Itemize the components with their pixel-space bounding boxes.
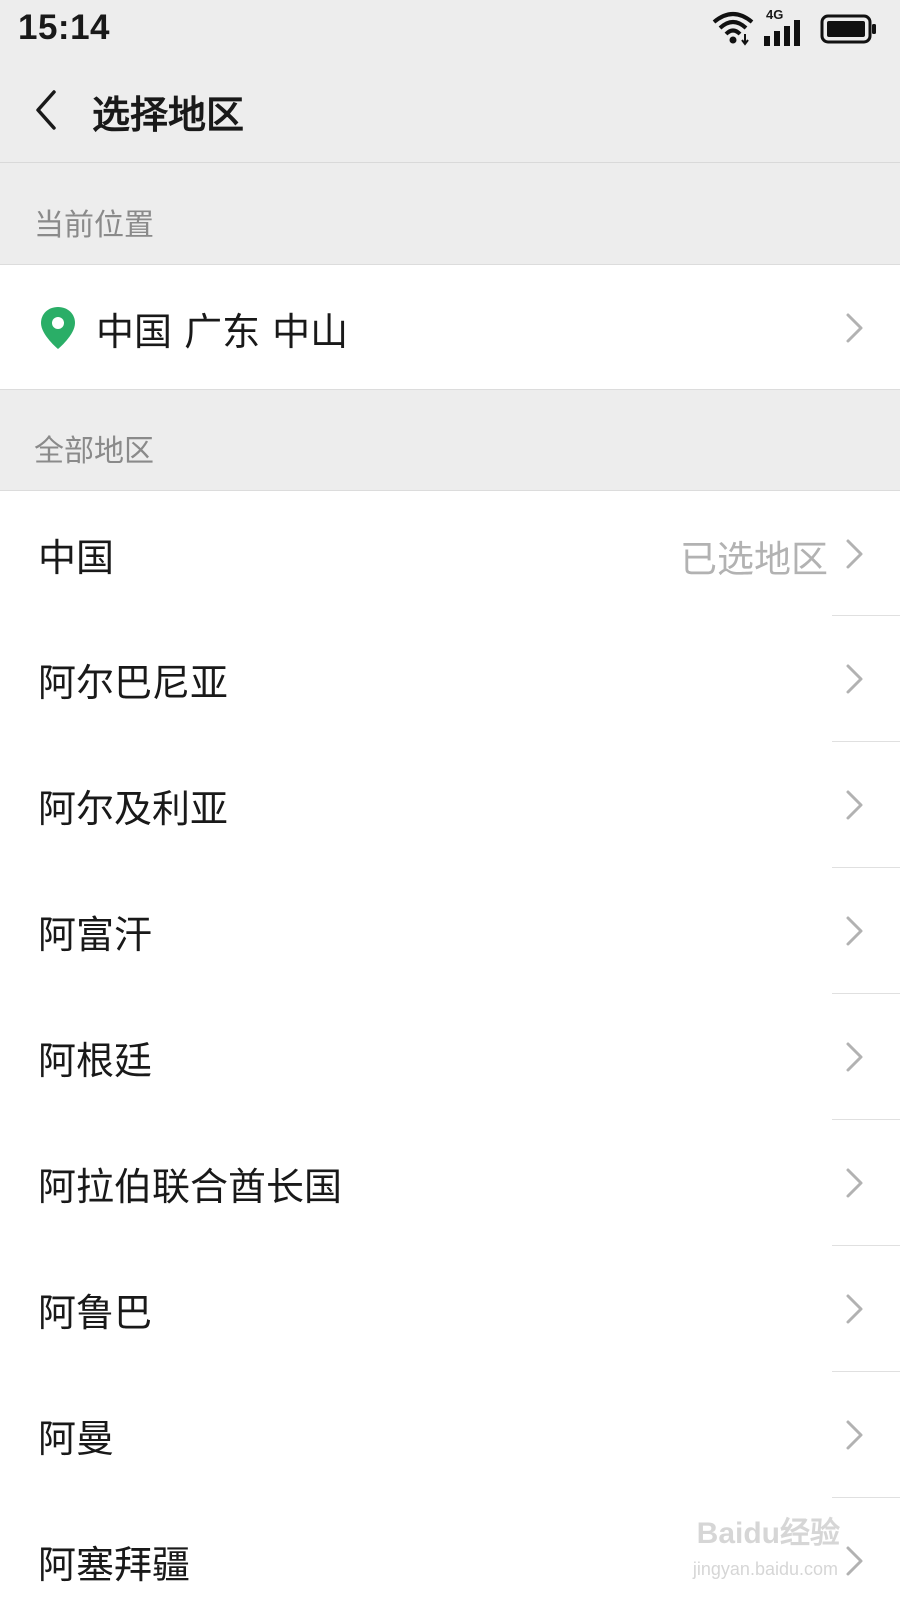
current-location-row[interactable]: 中国 广东 中山 [0, 264, 900, 390]
section-header-label: 全部地区 [34, 434, 154, 469]
region-label: 阿塞拜疆 [38, 1543, 191, 1587]
region-label: 阿鲁巴 [38, 1291, 153, 1335]
region-row[interactable]: 阿富汗 [0, 868, 900, 994]
region-label: 阿拉伯联合酋长国 [38, 1165, 343, 1209]
chevron-right-icon [846, 1042, 863, 1072]
status-icons: 4G [712, 7, 882, 46]
section-header-all-regions: 全部地区 [0, 390, 900, 490]
chevron-right-icon [846, 664, 863, 694]
region-label: 阿尔及利亚 [38, 787, 229, 831]
region-row[interactable]: 阿尔巴尼亚 [0, 616, 900, 742]
watermark-url: jingyan.baidu.com [692, 1559, 838, 1579]
signal-icon [764, 20, 800, 46]
wifi-icon [712, 12, 754, 46]
current-location-label: 中国 广东 中山 [96, 310, 349, 354]
region-label: 中国 [38, 536, 115, 580]
chevron-right-icon [846, 1168, 863, 1198]
chevron-right-icon [846, 1546, 863, 1576]
status-bar: 15:14 4G [0, 0, 900, 58]
region-row[interactable]: 阿曼 [0, 1372, 900, 1498]
battery-icon [820, 14, 876, 44]
region-row[interactable]: 阿根廷 [0, 994, 900, 1120]
region-label: 阿根廷 [38, 1039, 153, 1083]
status-time: 15:14 [18, 8, 111, 47]
chevron-right-icon [846, 1420, 863, 1450]
section-header-label: 当前位置 [34, 208, 154, 243]
chevron-right-icon [846, 1294, 863, 1324]
location-pin-icon [41, 307, 75, 349]
region-label: 阿尔巴尼亚 [38, 661, 229, 705]
region-row-china[interactable]: 中国 已选地区 [0, 490, 900, 616]
chevron-right-icon [846, 313, 863, 343]
chevron-right-icon [846, 790, 863, 820]
region-row[interactable]: 阿拉伯联合酋长国 [0, 1120, 900, 1246]
chevron-left-icon [36, 90, 56, 130]
back-button[interactable] [22, 80, 82, 140]
chevron-right-icon [846, 539, 863, 569]
watermark: Baidu经验 [696, 1517, 840, 1550]
region-label: 阿曼 [38, 1417, 115, 1461]
region-label: 阿富汗 [38, 913, 153, 957]
page-title: 选择地区 [92, 93, 245, 137]
selected-region-note: 已选地区 [680, 538, 828, 581]
region-row[interactable]: 阿尔及利亚 [0, 742, 900, 868]
region-row[interactable]: 阿鲁巴 [0, 1246, 900, 1372]
section-header-current-location: 当前位置 [0, 164, 900, 264]
chevron-right-icon [846, 916, 863, 946]
nav-bar: 选择地区 [0, 58, 900, 163]
